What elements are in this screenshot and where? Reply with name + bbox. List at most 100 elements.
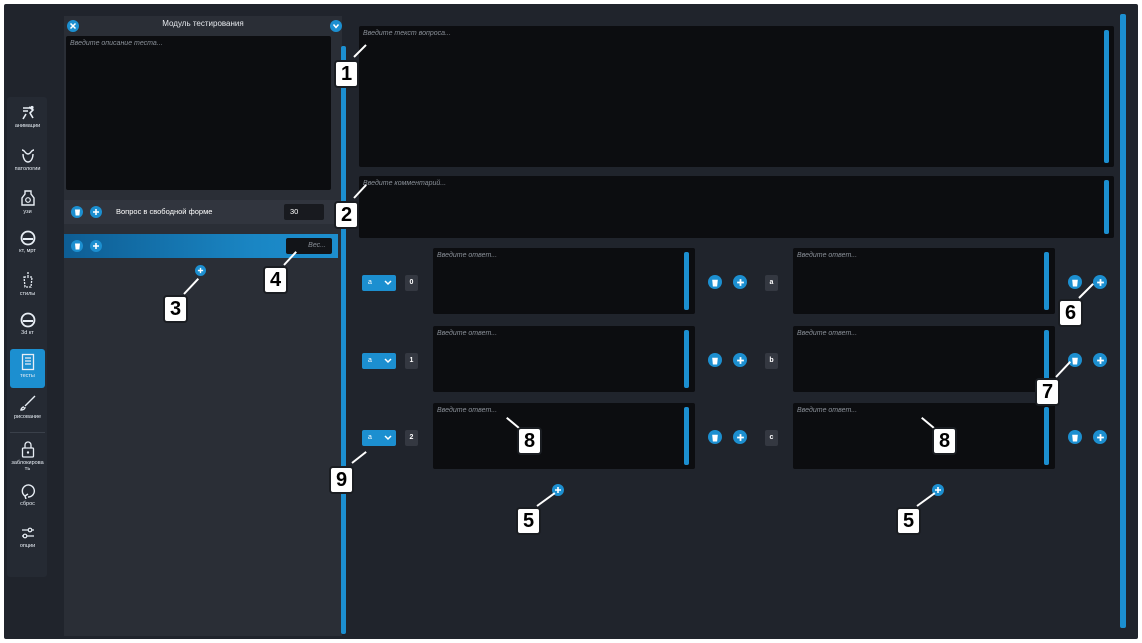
animation-icon bbox=[21, 105, 34, 120]
tool-reset[interactable]: сброс bbox=[10, 479, 45, 518]
comment-field[interactable]: Введите комментарий... bbox=[359, 176, 1114, 238]
plus-icon bbox=[93, 209, 99, 215]
answer-letter: a bbox=[765, 275, 778, 291]
lock-icon bbox=[21, 441, 34, 458]
answer-field[interactable]: Введите ответ... bbox=[793, 326, 1055, 392]
add-question-button[interactable] bbox=[195, 265, 206, 276]
answer-index: 2 bbox=[405, 430, 418, 446]
add-question-inline-button[interactable] bbox=[90, 206, 102, 218]
panel-title: Модуль тестирования bbox=[162, 19, 244, 28]
answer-field[interactable]: Введите ответ... bbox=[433, 403, 695, 469]
select-value: a bbox=[368, 357, 372, 364]
tool-label: сброс bbox=[20, 501, 35, 507]
correct-answer-select[interactable]: a bbox=[362, 430, 396, 446]
question-row[interactable]: Вопрос в свободной форме 30 bbox=[64, 200, 342, 224]
tool-label: заблокировать bbox=[11, 460, 44, 472]
answer-scrollbar[interactable] bbox=[684, 407, 689, 465]
add-answer-button[interactable] bbox=[733, 430, 747, 444]
app-window: анимации патологии узи кт, мрт стилы 3d … bbox=[4, 4, 1138, 639]
answer-index: 0 bbox=[405, 275, 418, 291]
tool-3d-ct[interactable]: 3d кт bbox=[10, 308, 45, 347]
tool-options[interactable]: опции bbox=[10, 521, 45, 560]
callout-marker: 4 bbox=[263, 266, 288, 294]
callout-marker: 7 bbox=[1035, 378, 1060, 406]
callout-leader bbox=[351, 451, 367, 464]
delete-answer-button[interactable] bbox=[708, 275, 722, 289]
test-module-panel: Модуль тестирования Введите описание тес… bbox=[64, 16, 342, 636]
trash-icon bbox=[1072, 279, 1078, 286]
callout-marker: 5 bbox=[896, 507, 921, 535]
chevron-down-icon bbox=[384, 280, 392, 286]
callout-marker: 8 bbox=[932, 427, 957, 455]
question-text-scrollbar[interactable] bbox=[1104, 30, 1109, 163]
trash-icon bbox=[1072, 434, 1078, 441]
answer-placeholder: Введите ответ... bbox=[437, 252, 498, 259]
answer-scrollbar[interactable] bbox=[684, 330, 689, 388]
answer-scrollbar[interactable] bbox=[1044, 252, 1049, 310]
tool-label: патологии bbox=[14, 166, 41, 172]
add-answer-button[interactable] bbox=[1093, 430, 1107, 444]
add-answer-button[interactable] bbox=[1093, 353, 1107, 367]
plus-icon bbox=[736, 433, 744, 441]
add-question-inline-button[interactable] bbox=[90, 240, 102, 252]
weight-input[interactable]: Вес... bbox=[286, 238, 332, 254]
delete-answer-button[interactable] bbox=[1068, 353, 1082, 367]
select-value: a bbox=[368, 434, 372, 441]
tool-label: стилы bbox=[19, 291, 36, 297]
question-weight[interactable]: 30 bbox=[284, 204, 324, 220]
answer-scrollbar[interactable] bbox=[684, 252, 689, 310]
collapse-button[interactable] bbox=[330, 20, 342, 32]
correct-answer-select[interactable]: a bbox=[362, 275, 396, 291]
answer-field[interactable]: Введите ответ... bbox=[793, 248, 1055, 314]
description-placeholder: Введите описание теста... bbox=[70, 40, 163, 47]
trash-icon bbox=[74, 243, 80, 250]
ultrasound-icon bbox=[20, 190, 35, 206]
ct3d-icon bbox=[20, 312, 35, 328]
answer-letter: b bbox=[765, 353, 778, 369]
delete-question-button[interactable] bbox=[71, 206, 83, 218]
answer-field[interactable]: Введите ответ... bbox=[433, 326, 695, 392]
callout-marker: 2 bbox=[334, 201, 359, 229]
ct-mri-icon bbox=[20, 230, 35, 246]
delete-answer-button[interactable] bbox=[708, 353, 722, 367]
callout-leader bbox=[916, 492, 936, 507]
answer-field[interactable]: Введите ответ... bbox=[793, 403, 1055, 469]
delete-answer-button[interactable] bbox=[1068, 275, 1082, 289]
tool-label: 3d кт bbox=[21, 330, 34, 336]
chevron-down-icon bbox=[384, 358, 392, 364]
answer-scrollbar[interactable] bbox=[1044, 407, 1049, 465]
add-answer-button[interactable] bbox=[1093, 275, 1107, 289]
tool-animation[interactable]: анимации bbox=[10, 101, 45, 140]
tool-ultrasound[interactable]: узи bbox=[10, 185, 45, 224]
tool-pathology[interactable]: патологии bbox=[10, 144, 45, 183]
question-label: Вопрос в свободной форме bbox=[116, 207, 213, 216]
answer-index: 1 bbox=[405, 353, 418, 369]
tool-drawing[interactable]: рисование bbox=[10, 390, 45, 429]
delete-answer-button[interactable] bbox=[1068, 430, 1082, 444]
answer-field[interactable]: Введите ответ... bbox=[433, 248, 695, 314]
delete-question-button[interactable] bbox=[71, 240, 83, 252]
plus-icon bbox=[1096, 356, 1104, 364]
callout-leader bbox=[1055, 361, 1071, 378]
tool-label: кт, мрт bbox=[19, 248, 36, 254]
trash-icon bbox=[712, 357, 718, 364]
callout-marker: 6 bbox=[1058, 299, 1083, 327]
select-value: a bbox=[368, 279, 372, 286]
comment-scrollbar[interactable] bbox=[1104, 180, 1109, 234]
tool-styles[interactable]: стилы bbox=[10, 267, 45, 306]
question-text-field[interactable]: Введите текст вопроса... bbox=[359, 26, 1114, 167]
correct-answer-select[interactable]: a bbox=[362, 353, 396, 369]
side-toolbar: анимации патологии узи кт, мрт стилы 3d … bbox=[7, 97, 47, 577]
tool-ct-mri[interactable]: кт, мрт bbox=[10, 226, 45, 265]
tool-lock[interactable]: заблокировать bbox=[10, 437, 45, 476]
answer-placeholder: Введите ответ... bbox=[797, 330, 858, 337]
add-answer-button[interactable] bbox=[733, 275, 747, 289]
question-row-selected[interactable]: Вес... bbox=[64, 234, 338, 258]
delete-answer-button[interactable] bbox=[708, 430, 722, 444]
add-answer-button[interactable] bbox=[733, 353, 747, 367]
answer-placeholder: Введите ответ... bbox=[437, 330, 498, 337]
main-scrollbar[interactable] bbox=[1120, 14, 1126, 628]
description-field[interactable]: Введите описание теста... bbox=[66, 36, 331, 190]
tool-tests[interactable]: тесты bbox=[10, 349, 45, 388]
panel-scrollbar[interactable] bbox=[341, 46, 346, 634]
